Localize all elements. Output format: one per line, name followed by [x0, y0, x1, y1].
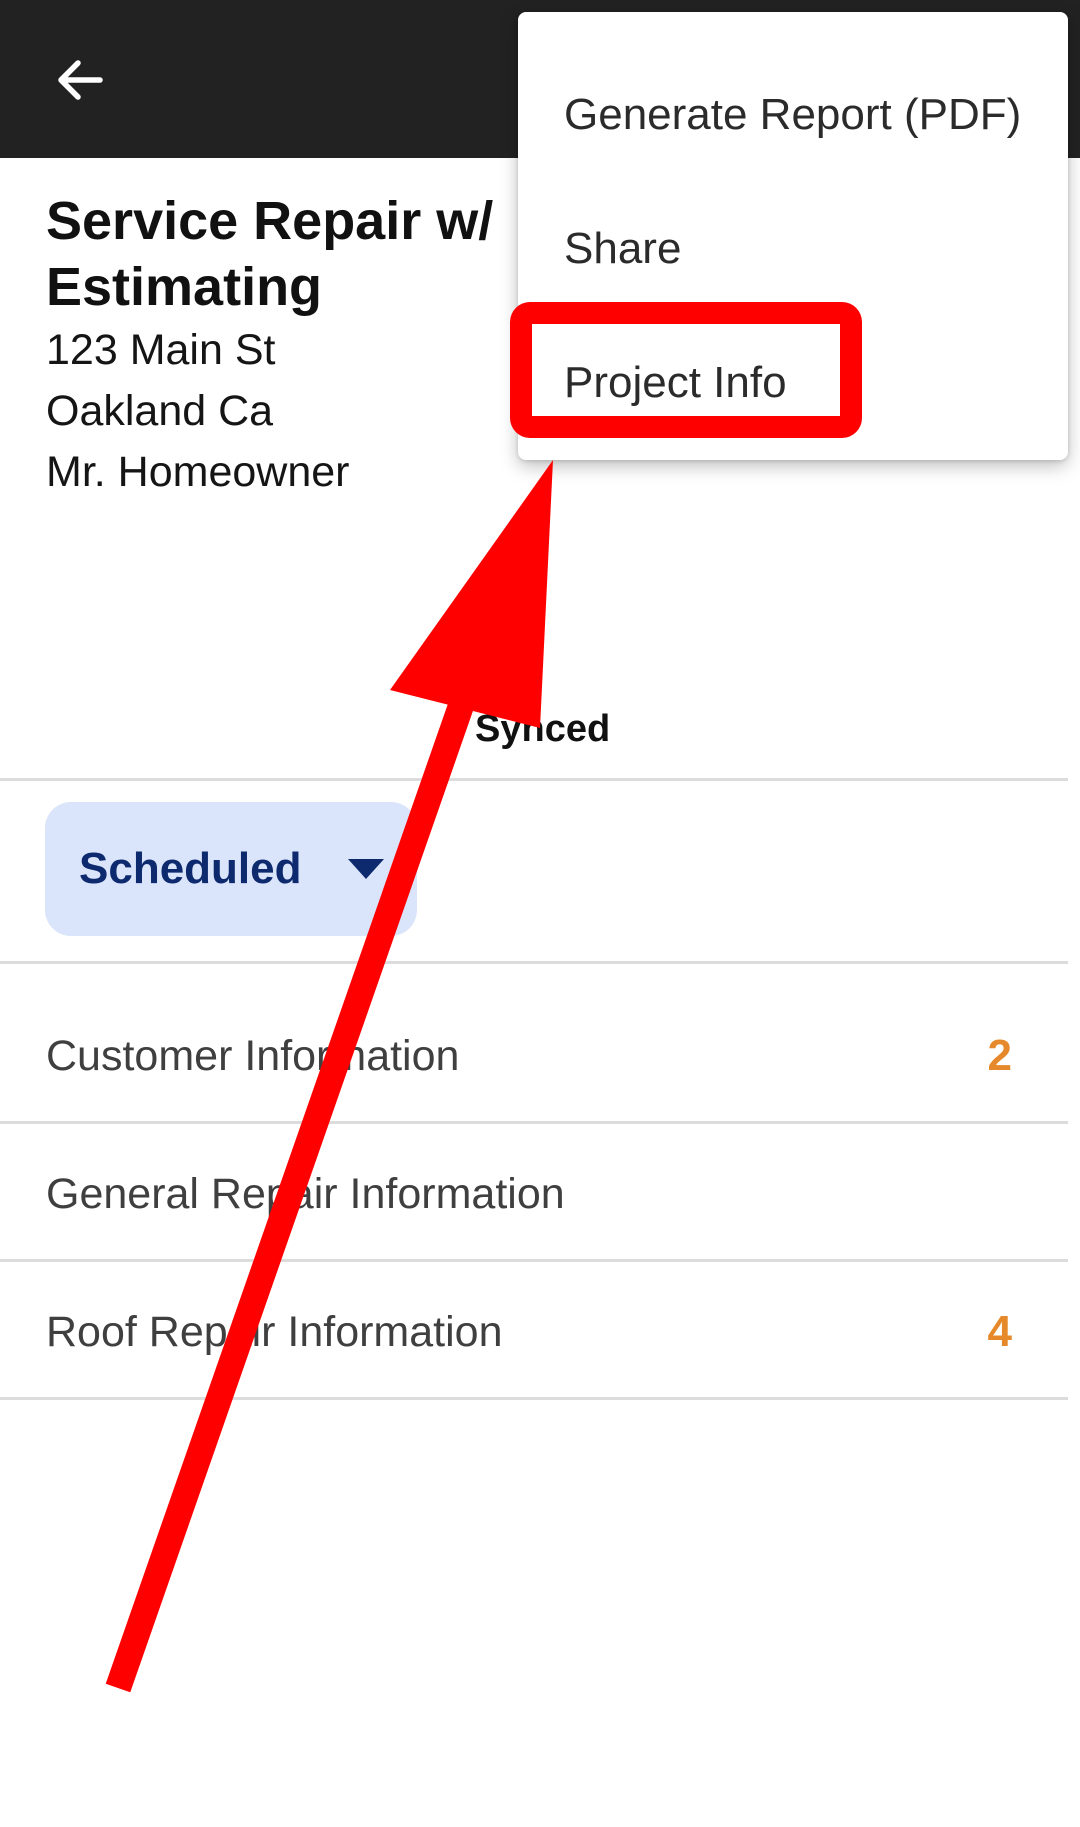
section-general-repair-information[interactable]: General Repair Information: [0, 1126, 1068, 1262]
divider: [0, 778, 1068, 781]
section-label: General Repair Information: [46, 1170, 565, 1218]
section-label: Roof Repair Information: [46, 1308, 503, 1356]
section-count-badge: 4: [987, 1307, 1012, 1356]
address-line-2: Oakland Ca: [46, 387, 274, 435]
owner-name: Mr. Homeowner: [46, 448, 350, 496]
project-title: Service Repair w/ Estimating: [46, 191, 494, 317]
menu-item-project-info[interactable]: Project Info: [518, 316, 1068, 450]
status-dropdown[interactable]: Scheduled: [45, 802, 417, 936]
project-header: Service Repair w/ Estimating 123 Main St…: [46, 188, 566, 503]
divider: [0, 1121, 1068, 1124]
divider: [0, 961, 1068, 964]
section-label: Customer Information: [46, 1032, 460, 1080]
status-value: Scheduled: [79, 844, 302, 893]
divider: [0, 1259, 1068, 1262]
back-button[interactable]: [40, 40, 120, 120]
overflow-menu: Generate Report (PDF) Share Project Info: [518, 12, 1068, 460]
section-count-badge: 2: [987, 1031, 1012, 1080]
sync-status: Synced: [475, 708, 611, 750]
caret-down-icon: [347, 859, 384, 879]
menu-item-generate-report[interactable]: Generate Report (PDF): [518, 48, 1068, 182]
menu-item-share[interactable]: Share: [518, 182, 1068, 316]
address-line-1: 123 Main St: [46, 326, 276, 374]
divider: [0, 1397, 1068, 1400]
arrow-left-icon: [58, 60, 103, 100]
section-customer-information[interactable]: Customer Information 2: [0, 988, 1068, 1124]
section-roof-repair-information[interactable]: Roof Repair Information 4: [0, 1264, 1068, 1400]
